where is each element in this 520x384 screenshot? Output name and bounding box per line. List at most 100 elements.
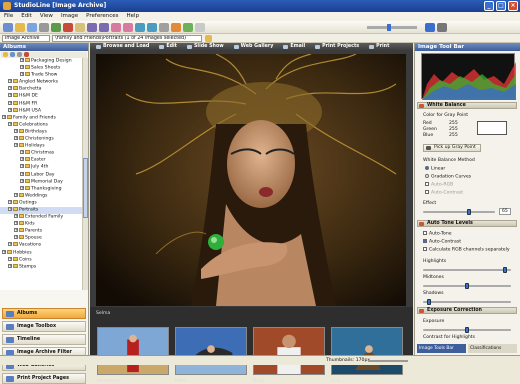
export-icon[interactable] xyxy=(63,22,73,32)
slider-knob[interactable] xyxy=(503,267,507,273)
expand-icon[interactable]: + xyxy=(14,143,18,148)
album-tree-item[interactable]: + Parents xyxy=(0,228,82,235)
tab-edit[interactable]: Edit xyxy=(155,43,181,51)
expand-icon[interactable]: + xyxy=(20,164,24,169)
auto-tone-checkbox[interactable]: Auto-Tone xyxy=(423,231,452,237)
effect-value[interactable]: 65 xyxy=(499,208,511,215)
image-preview[interactable] xyxy=(96,53,406,306)
slider-knob[interactable] xyxy=(467,209,471,215)
menu-image[interactable]: Image xyxy=(61,12,78,21)
expand-icon[interactable]: + xyxy=(14,221,18,226)
expand-icon[interactable]: + xyxy=(20,72,24,77)
redo-icon[interactable] xyxy=(147,22,157,32)
expand-icon[interactable]: + xyxy=(8,79,12,84)
album-tree-item[interactable]: + Extended Family xyxy=(0,214,82,221)
menu-file[interactable]: File xyxy=(4,12,13,21)
menu-view[interactable]: View xyxy=(40,12,53,21)
wb-method-auto-contrast[interactable]: Auto-Contrast xyxy=(425,190,463,196)
album-tree-item[interactable]: + Labor Day xyxy=(0,171,82,179)
album-tree-item[interactable]: + Angled Networks xyxy=(0,79,82,86)
expand-icon[interactable]: + xyxy=(20,65,24,70)
expand-icon[interactable]: + xyxy=(14,128,18,133)
slider-knob[interactable] xyxy=(427,299,431,305)
album-tree-item[interactable]: + Easter xyxy=(0,157,82,164)
auto-tone-header[interactable]: Auto Tone Levels xyxy=(417,220,517,227)
tab-browse-and-load[interactable]: Browse and Load xyxy=(92,43,153,51)
album-tree-item[interactable]: + Birthdays xyxy=(0,128,82,136)
expand-icon[interactable]: + xyxy=(8,121,12,126)
rgb-separate-checkbox[interactable]: Calculate RGB channels separately xyxy=(423,247,510,253)
expand-icon[interactable]: + xyxy=(8,206,12,211)
expand-icon[interactable]: + xyxy=(8,263,12,268)
album-tree-item[interactable]: + Memorial Day xyxy=(0,178,82,186)
tab-image-tools-bar[interactable]: Image Tools Bar xyxy=(417,344,466,353)
nav-print-project-pages[interactable]: Print Project Pages xyxy=(2,373,86,384)
expand-icon[interactable]: + xyxy=(20,171,24,176)
rotate-right-icon[interactable] xyxy=(99,22,109,32)
expand-icon[interactable]: + xyxy=(14,228,18,233)
zoom-icon[interactable] xyxy=(195,22,205,32)
album-tree-item[interactable]: + Weddings xyxy=(0,192,82,200)
expand-icon[interactable]: + xyxy=(2,249,6,254)
album-tree-item[interactable]: + Celebrations xyxy=(0,121,82,129)
album-tree-item[interactable]: + Thanksgiving xyxy=(0,185,82,193)
expand-icon[interactable]: + xyxy=(8,199,12,204)
undo-icon[interactable] xyxy=(135,22,145,32)
expand-icon[interactable]: + xyxy=(8,256,12,261)
thumbnail[interactable] xyxy=(253,327,325,375)
zoom-slider[interactable] xyxy=(367,23,417,31)
album-tree-scrollbar[interactable] xyxy=(82,58,88,290)
tab-print[interactable]: Print xyxy=(365,43,393,51)
album-tree-item[interactable]: + H&M DE xyxy=(0,93,82,100)
tab-slide-show[interactable]: Slide Show xyxy=(183,43,228,51)
new-icon[interactable] xyxy=(3,22,13,32)
album-tree-item[interactable]: + Family and Friends xyxy=(0,114,82,122)
tab-classifications[interactable]: Classifications xyxy=(468,344,517,353)
expand-icon[interactable]: + xyxy=(20,58,24,62)
album-tree-item[interactable]: + Spouse xyxy=(0,235,82,242)
album-tree-item[interactable]: + Coins xyxy=(0,256,82,264)
nav-timeline[interactable]: Timeline xyxy=(2,334,86,345)
pick-gray-point-button[interactable]: Pick up Gray Point xyxy=(423,144,481,152)
menu-edit[interactable]: Edit xyxy=(21,12,32,21)
album-tree-item[interactable]: + Barchetta xyxy=(0,86,82,93)
lock-icon[interactable] xyxy=(425,22,435,32)
exposure-slider[interactable] xyxy=(423,327,511,333)
menu-preferences[interactable]: Preferences xyxy=(86,12,118,21)
thumbnail[interactable] xyxy=(331,327,403,375)
expand-icon[interactable]: + xyxy=(20,157,24,162)
expand-icon[interactable]: + xyxy=(14,136,18,141)
flip-icon[interactable] xyxy=(123,22,133,32)
album-search-icon[interactable] xyxy=(17,52,22,57)
menu-help[interactable]: Help xyxy=(127,12,140,21)
album-tree-item[interactable]: + Hobbies xyxy=(0,249,82,257)
view-combo[interactable]: Image Archive xyxy=(2,35,50,42)
album-tree-item[interactable]: + Holidays xyxy=(0,143,82,150)
thumbnail[interactable] xyxy=(175,327,247,375)
nav-image-toolbox[interactable]: Image Toolbox xyxy=(2,321,86,332)
midtones-slider[interactable] xyxy=(423,283,511,289)
thumbnail-size-slider[interactable] xyxy=(368,360,408,362)
path-combo[interactable]: \Family and Friends\Portraits (1 of 24 i… xyxy=(52,35,202,42)
album-tree-item[interactable]: + Sales Sheets xyxy=(0,65,82,72)
redeye-icon[interactable] xyxy=(111,22,121,32)
wb-method-auto-rgb[interactable]: Auto-RGB xyxy=(425,182,453,188)
album-delete-icon[interactable] xyxy=(24,52,29,57)
album-tree-item[interactable]: + Christenings xyxy=(0,136,82,143)
expand-icon[interactable]: + xyxy=(20,150,24,155)
wb-method-linear[interactable]: Linear xyxy=(425,166,445,172)
tab-web-gallery[interactable]: Web Gallery xyxy=(230,43,278,51)
album-tree-item[interactable]: + Portraits xyxy=(0,206,82,215)
white-balance-header[interactable]: White Balance xyxy=(417,102,517,109)
album-tree-item[interactable]: + Outings xyxy=(0,199,82,207)
slider-knob[interactable] xyxy=(465,327,469,333)
expand-icon[interactable]: + xyxy=(8,107,12,112)
album-tree-item[interactable]: + Packaging Design xyxy=(0,58,82,65)
effect-slider[interactable] xyxy=(423,209,495,215)
expand-icon[interactable]: + xyxy=(20,178,24,183)
album-tree-item[interactable]: + July 4th xyxy=(0,164,82,171)
maximize-button[interactable]: □ xyxy=(496,1,506,11)
settings-icon[interactable] xyxy=(437,22,447,32)
exposure-header[interactable]: Exposure Correction xyxy=(417,307,517,314)
expand-icon[interactable]: + xyxy=(20,185,24,190)
